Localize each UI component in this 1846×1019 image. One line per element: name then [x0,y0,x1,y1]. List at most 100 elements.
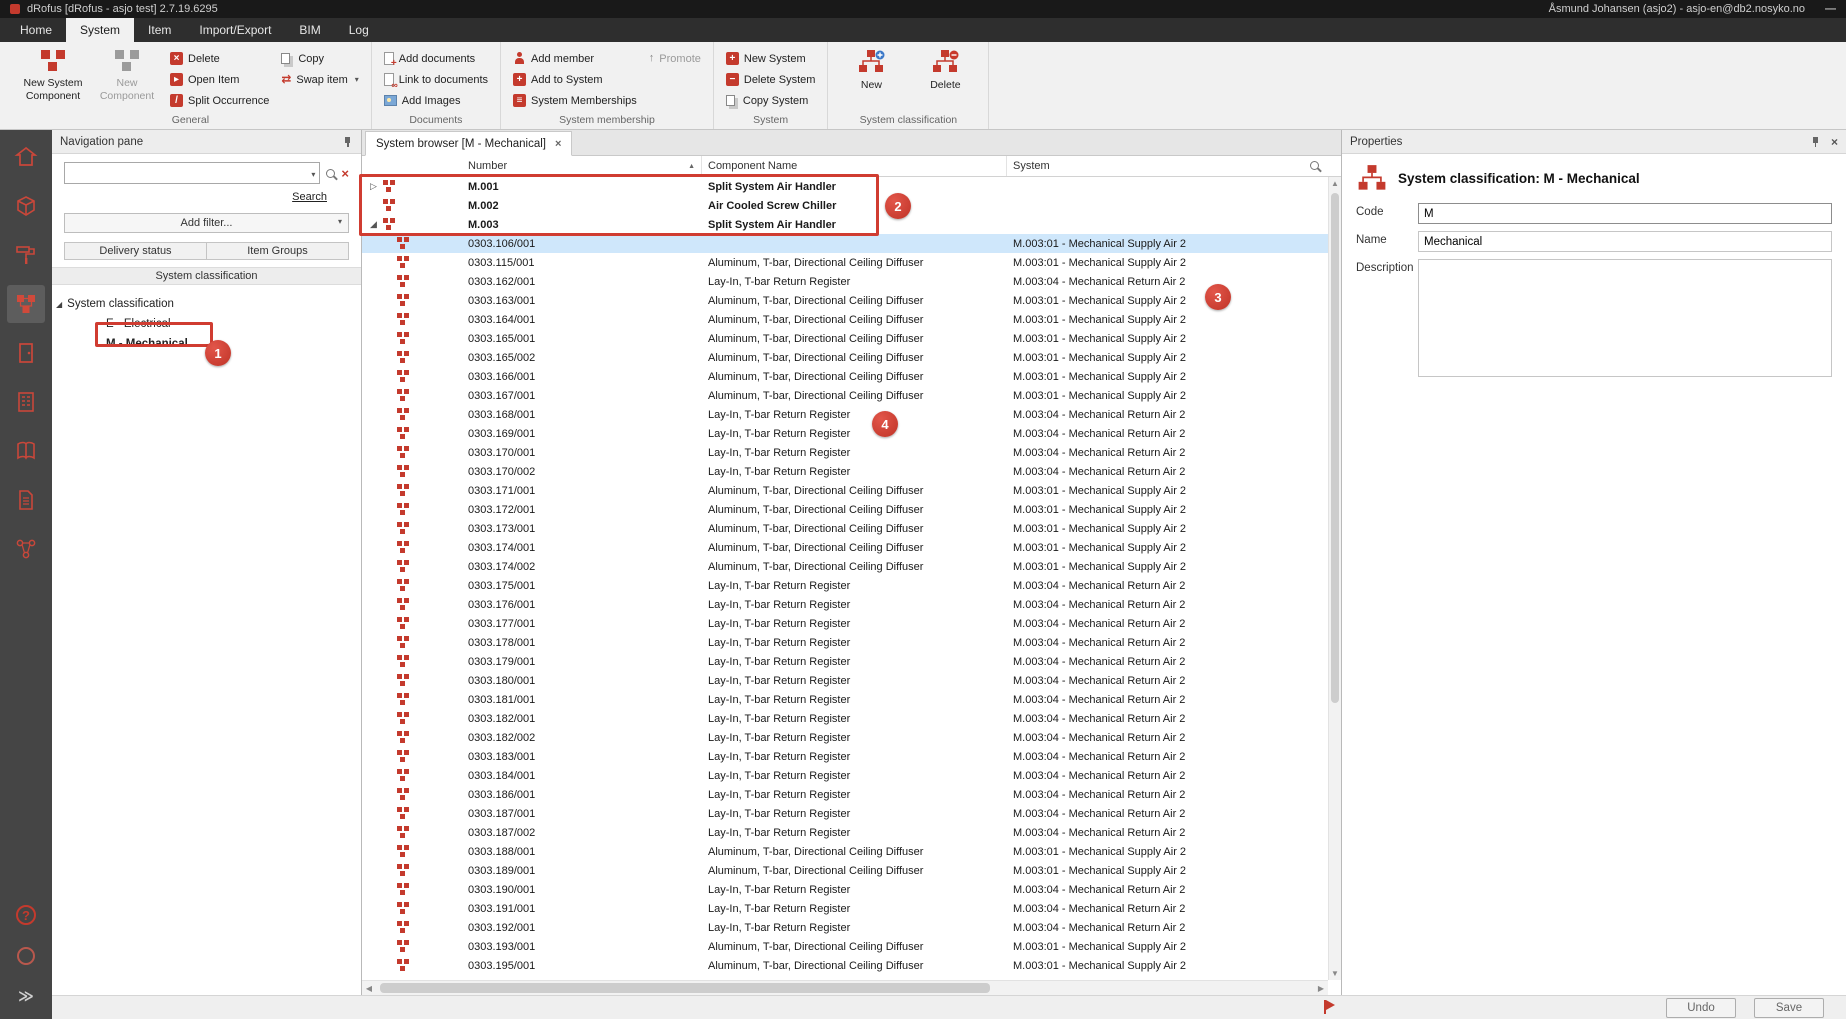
split-occurrence-button[interactable]: Split Occurrence [166,92,273,109]
menu-tab-home[interactable]: Home [6,18,66,42]
vertical-scroll-thumb[interactable] [1331,193,1339,703]
table-row[interactable]: 0303.187/001 Lay-In, T-bar Return Regist… [362,804,1328,823]
menu-tab-system[interactable]: System [66,18,134,42]
item-groups-button[interactable]: Item Groups [207,242,349,260]
horizontal-scroll-thumb[interactable] [380,983,990,993]
undo-button[interactable]: Undo [1666,998,1736,1018]
code-field[interactable] [1418,203,1832,224]
tree-root-item[interactable]: System classification [56,294,361,314]
table-row[interactable]: 0303.171/001 Aluminum, T-bar, Directiona… [362,481,1328,500]
add-documents-button[interactable]: Add documents [380,50,492,67]
menu-tab-import-export[interactable]: Import/Export [185,18,285,42]
system-memberships-button[interactable]: System Memberships [509,92,641,109]
table-row[interactable]: 0303.192/001 Lay-In, T-bar Return Regist… [362,918,1328,937]
copy-button[interactable]: Copy [277,50,362,67]
table-row[interactable]: 0303.184/001 Lay-In, T-bar Return Regist… [362,766,1328,785]
catalog-icon[interactable] [7,432,45,470]
promote-button[interactable]: ↑ Promote [645,50,705,67]
table-row[interactable]: 0303.170/001 Lay-In, T-bar Return Regist… [362,443,1328,462]
search-link[interactable]: Search [292,191,327,203]
search-icon[interactable] [326,169,335,178]
horizontal-scrollbar[interactable]: ◀ ▶ [362,980,1328,995]
table-row[interactable]: 0303.180/001 Lay-In, T-bar Return Regist… [362,671,1328,690]
classification-delete-button[interactable]: Delete [910,44,980,92]
menu-tab-item[interactable]: Item [134,18,185,42]
new-system-button[interactable]: New System [722,50,820,67]
table-row[interactable]: 0303.187/002 Lay-In, T-bar Return Regist… [362,823,1328,842]
scroll-up-icon[interactable]: ▲ [1329,177,1341,190]
properties-close-icon[interactable]: × [1831,135,1838,149]
open-item-button[interactable]: Open Item [166,71,273,88]
table-row[interactable]: 0303.164/001 Aluminum, T-bar, Directiona… [362,310,1328,329]
items-icon[interactable] [7,187,45,225]
link-to-documents-button[interactable]: Link to documents [380,71,492,88]
header-component-name-column[interactable]: Component Name [702,156,1007,176]
add-member-button[interactable]: Add member [509,50,641,67]
add-to-system-button[interactable]: Add to System [509,71,641,88]
table-row[interactable]: 0303.195/001 Aluminum, T-bar, Directiona… [362,956,1328,975]
rooms-icon[interactable] [7,138,45,176]
table-row[interactable]: 0303.173/001 Aluminum, T-bar, Directiona… [362,519,1328,538]
new-component-button[interactable]: New Component [92,44,162,102]
delete-system-button[interactable]: Delete System [722,71,820,88]
expander-icon[interactable]: ▷ [367,181,380,192]
tab-close-icon[interactable]: × [555,138,561,150]
finishes-icon[interactable] [7,236,45,274]
table-row[interactable]: ◢ M.003 Split System Air Handler [362,215,1328,234]
table-row[interactable]: 0303.167/001 Aluminum, T-bar, Directiona… [362,386,1328,405]
new-system-component-button[interactable]: New System Component [18,44,88,102]
search-dropdown-icon[interactable] [309,164,315,182]
table-row[interactable]: 0303.174/001 Aluminum, T-bar, Directiona… [362,538,1328,557]
minimize-button[interactable]: — [1825,3,1836,15]
system-browser-tab[interactable]: System browser [M - Mechanical] × [365,131,572,156]
table-row[interactable]: 0303.181/001 Lay-In, T-bar Return Regist… [362,690,1328,709]
table-row[interactable]: 0303.188/001 Aluminum, T-bar, Directiona… [362,842,1328,861]
menu-tab-log[interactable]: Log [335,18,383,42]
table-row[interactable]: 0303.183/001 Lay-In, T-bar Return Regist… [362,747,1328,766]
table-row[interactable]: 0303.176/001 Lay-In, T-bar Return Regist… [362,595,1328,614]
table-row[interactable]: 0303.168/001 Lay-In, T-bar Return Regist… [362,405,1328,424]
vertical-scrollbar[interactable]: ▲ ▼ [1328,177,1341,980]
buildings-icon[interactable] [7,383,45,421]
name-field[interactable] [1418,231,1832,252]
doors-icon[interactable] [7,334,45,372]
table-row[interactable]: 0303.182/001 Lay-In, T-bar Return Regist… [362,709,1328,728]
scroll-right-icon[interactable]: ▶ [1314,981,1328,995]
table-row[interactable]: 0303.189/001 Aluminum, T-bar, Directiona… [362,861,1328,880]
clear-search-icon[interactable]: × [341,166,349,181]
table-row[interactable]: 0303.177/001 Lay-In, T-bar Return Regist… [362,614,1328,633]
table-row[interactable]: 0303.174/002 Aluminum, T-bar, Directiona… [362,557,1328,576]
notification-flag-icon[interactable] [1324,1000,1336,1014]
table-row[interactable]: 0303.191/001 Lay-In, T-bar Return Regist… [362,899,1328,918]
table-row[interactable]: 0303.190/001 Lay-In, T-bar Return Regist… [362,880,1328,899]
table-row[interactable]: 0303.165/001 Aluminum, T-bar, Directiona… [362,329,1328,348]
table-row[interactable]: M.002 Air Cooled Screw Chiller [362,196,1328,215]
header-system-column[interactable]: System [1007,156,1328,176]
add-images-button[interactable]: Add Images [380,92,492,109]
table-row[interactable]: 0303.165/002 Aluminum, T-bar, Directiona… [362,348,1328,367]
table-row[interactable]: 0303.178/001 Lay-In, T-bar Return Regist… [362,633,1328,652]
table-row[interactable]: 0303.163/001 Aluminum, T-bar, Directiona… [362,291,1328,310]
tree-root-expander-icon[interactable] [56,298,62,310]
delivery-status-button[interactable]: Delivery status [64,242,207,260]
add-filter-button[interactable]: Add filter... ▾ [64,213,349,233]
properties-pin-icon[interactable] [1810,136,1821,148]
header-number-column[interactable]: Number ▲ [462,156,702,176]
relations-icon[interactable] [7,530,45,568]
copy-system-button[interactable]: Copy System [722,92,820,109]
systems-icon[interactable] [7,285,45,323]
table-row[interactable]: ▷ M.001 Split System Air Handler [362,177,1328,196]
pin-icon[interactable] [342,136,353,148]
table-row[interactable]: 0303.193/001 Aluminum, T-bar, Directiona… [362,937,1328,956]
scroll-down-icon[interactable]: ▼ [1329,967,1341,980]
classification-new-button[interactable]: New [836,44,906,92]
expander-icon[interactable]: ◢ [367,219,380,230]
table-row[interactable]: 0303.182/002 Lay-In, T-bar Return Regist… [362,728,1328,747]
table-row[interactable]: 0303.106/001 M.003:01 - Mechanical Suppl… [362,234,1328,253]
reports-icon[interactable] [7,481,45,519]
scroll-left-icon[interactable]: ◀ [362,981,376,995]
table-row[interactable]: 0303.175/001 Lay-In, T-bar Return Regist… [362,576,1328,595]
description-field[interactable] [1418,259,1832,377]
delete-button[interactable]: Delete [166,50,273,67]
table-row[interactable]: 0303.162/001 Lay-In, T-bar Return Regist… [362,272,1328,291]
